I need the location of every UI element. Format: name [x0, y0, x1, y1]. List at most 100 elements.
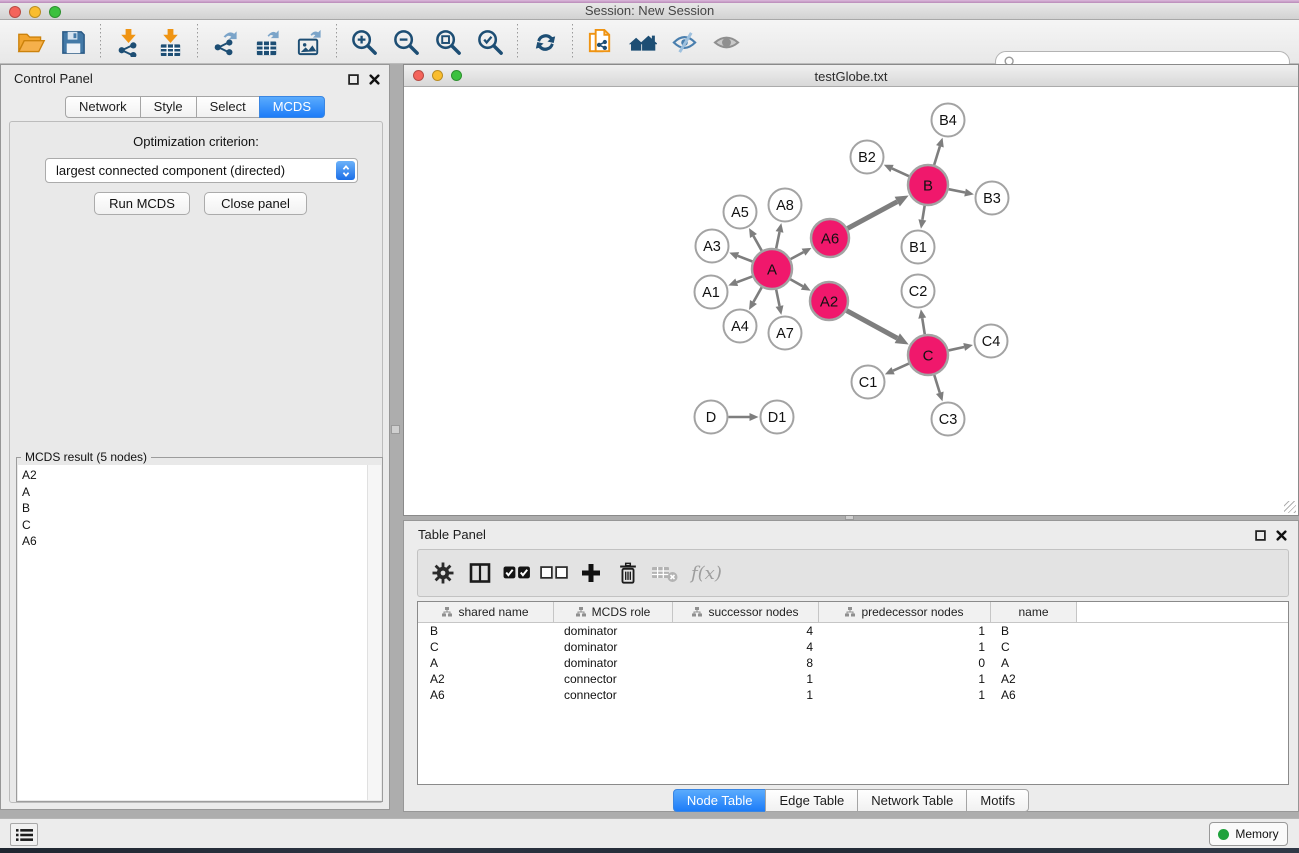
cell-predecessor-nodes[interactable]: 1 [819, 688, 991, 702]
column-header-successor-nodes[interactable]: successor nodes [673, 602, 819, 622]
tab-mcds[interactable]: MCDS [259, 96, 325, 118]
task-history-button[interactable] [10, 823, 38, 846]
refresh-icon[interactable] [527, 26, 563, 58]
table-row[interactable]: Adominator80A [418, 655, 1288, 671]
choose-columns-icon[interactable] [463, 556, 497, 590]
export-image-icon[interactable] [291, 26, 327, 58]
cell-shared-name[interactable]: A6 [418, 688, 554, 702]
tab-network-table[interactable]: Network Table [857, 789, 967, 812]
result-item[interactable]: A [22, 484, 367, 501]
result-item[interactable]: A6 [22, 533, 367, 550]
edge-B-B2[interactable] [892, 168, 909, 176]
cell-MCDS-role[interactable]: connector [554, 688, 673, 702]
network-window-titlebar[interactable]: testGlobe.txt [404, 65, 1298, 87]
node-table[interactable]: shared nameMCDS rolesuccessor nodesprede… [417, 601, 1289, 785]
cell-shared-name[interactable]: C [418, 640, 554, 654]
tab-style[interactable]: Style [140, 96, 197, 118]
edge-A-A6[interactable] [791, 252, 804, 259]
run-mcds-button[interactable]: Run MCDS [94, 192, 190, 215]
network-from-selection-icon[interactable] [582, 26, 618, 58]
table-row[interactable]: A6connector11A6 [418, 687, 1288, 703]
column-header-MCDS-role[interactable]: MCDS role [554, 602, 673, 622]
cell-predecessor-nodes[interactable]: 1 [819, 624, 991, 638]
cell-successor-nodes[interactable]: 1 [673, 688, 819, 702]
edge-C-C4[interactable] [948, 347, 964, 350]
edge-B-B3[interactable] [949, 189, 965, 192]
close-table-panel-icon[interactable] [1274, 528, 1288, 542]
cell-successor-nodes[interactable]: 8 [673, 656, 819, 670]
cell-MCDS-role[interactable]: dominator [554, 656, 673, 670]
edge-A-A7[interactable] [776, 290, 779, 306]
import-table-icon[interactable] [152, 26, 188, 58]
close-panel-icon[interactable] [367, 72, 381, 86]
result-item[interactable]: C [22, 517, 367, 534]
edge-A6-B[interactable] [848, 202, 898, 229]
delete-column-icon[interactable] [611, 556, 645, 590]
add-column-icon[interactable] [574, 556, 608, 590]
edge-B-B4[interactable] [934, 146, 940, 165]
unselect-all-icon[interactable] [537, 556, 571, 590]
mcds-result-list[interactable]: A2ABCA6 [18, 465, 367, 800]
edge-C-C1[interactable] [893, 364, 909, 371]
cell-name[interactable]: A6 [991, 688, 1077, 702]
edge-A-A5[interactable] [753, 236, 761, 251]
cell-shared-name[interactable]: A [418, 656, 554, 670]
float-panel-icon[interactable] [346, 72, 360, 86]
tab-network[interactable]: Network [65, 96, 141, 118]
select-all-icon[interactable] [500, 556, 534, 590]
cell-successor-nodes[interactable]: 4 [673, 624, 819, 638]
criterion-dropdown[interactable]: largest connected component (directed) [45, 158, 358, 183]
column-settings-icon[interactable] [426, 556, 460, 590]
cell-MCDS-role[interactable]: dominator [554, 640, 673, 654]
cell-MCDS-role[interactable]: connector [554, 672, 673, 686]
cell-name[interactable]: A2 [991, 672, 1077, 686]
cell-name[interactable]: B [991, 624, 1077, 638]
edge-C-C2[interactable] [922, 318, 925, 334]
result-scrollbar[interactable] [367, 465, 381, 800]
edge-A-A8[interactable] [776, 232, 779, 248]
edge-A-A2[interactable] [790, 279, 803, 286]
edge-A2-C[interactable] [847, 311, 898, 339]
column-header-name[interactable]: name [991, 602, 1077, 622]
cell-shared-name[interactable]: A2 [418, 672, 554, 686]
network-canvas[interactable]: ABCA6A2A1A3A4A5A7A8B1B2B3B4C1C2C3C4DD1 [404, 87, 1298, 515]
cell-predecessor-nodes[interactable]: 0 [819, 656, 991, 670]
result-item[interactable]: A2 [22, 467, 367, 484]
edge-C-C3[interactable] [934, 375, 940, 393]
tab-node-table[interactable]: Node Table [673, 789, 767, 812]
home-icon[interactable] [624, 26, 660, 58]
cell-successor-nodes[interactable]: 4 [673, 640, 819, 654]
cell-shared-name[interactable]: B [418, 624, 554, 638]
tab-edge-table[interactable]: Edge Table [765, 789, 858, 812]
cell-predecessor-nodes[interactable]: 1 [819, 640, 991, 654]
cell-name[interactable]: C [991, 640, 1077, 654]
edge-A-A3[interactable] [738, 256, 753, 262]
open-session-icon[interactable] [13, 26, 49, 58]
column-header-shared-name[interactable]: shared name [418, 602, 554, 622]
hide-panels-icon[interactable] [666, 26, 702, 58]
close-panel-button[interactable]: Close panel [204, 192, 307, 215]
save-session-icon[interactable] [55, 26, 91, 58]
cell-successor-nodes[interactable]: 1 [673, 672, 819, 686]
cell-name[interactable]: A [991, 656, 1077, 670]
cell-MCDS-role[interactable]: dominator [554, 624, 673, 638]
tab-select[interactable]: Select [196, 96, 260, 118]
result-item[interactable]: B [22, 500, 367, 517]
float-table-panel-icon[interactable] [1253, 528, 1267, 542]
memory-button[interactable]: Memory [1209, 822, 1288, 846]
table-row[interactable]: A2connector11A2 [418, 671, 1288, 687]
table-row[interactable]: Bdominator41B [418, 623, 1288, 639]
table-row[interactable]: Cdominator41C [418, 639, 1288, 655]
resize-corner[interactable] [1284, 501, 1296, 513]
edge-B-B1[interactable] [922, 206, 924, 220]
zoom-selected-icon[interactable] [472, 26, 508, 58]
import-network-icon[interactable] [110, 26, 146, 58]
export-network-icon[interactable] [207, 26, 243, 58]
zoom-in-icon[interactable] [346, 26, 382, 58]
show-panels-icon[interactable] [708, 26, 744, 58]
edge-A-A4[interactable] [753, 287, 761, 302]
vertical-split-handle[interactable] [391, 425, 400, 434]
zoom-out-icon[interactable] [388, 26, 424, 58]
column-header-predecessor-nodes[interactable]: predecessor nodes [819, 602, 991, 622]
cell-predecessor-nodes[interactable]: 1 [819, 672, 991, 686]
